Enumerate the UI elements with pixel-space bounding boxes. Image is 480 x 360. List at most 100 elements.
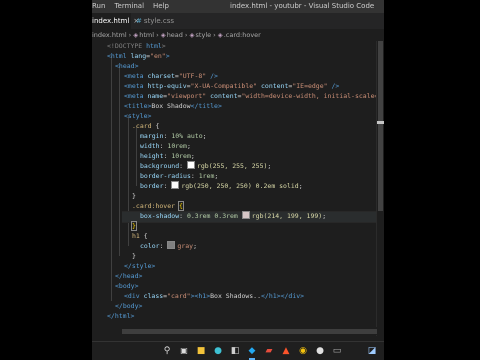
title-open-tag: <title> [124, 102, 152, 110]
meta-value: "UTF-8" [178, 72, 207, 80]
meta-end: /> [206, 72, 218, 80]
head-open-tag: <head> [115, 62, 139, 70]
card-selector: .card [132, 122, 152, 130]
chrome-icon[interactable]: ◉ [297, 345, 309, 357]
color-swatch[interactable] [186, 161, 195, 169]
selector-icon: ◈ [217, 31, 223, 39]
code-editor[interactable]: <!DOCTYPE html> <html lang="en"> <head> … [92, 41, 384, 341]
css-property: box-shadow [140, 212, 180, 220]
css-value: gray [177, 242, 194, 250]
breadcrumb-item-head[interactable]: head [167, 31, 183, 39]
code-line: .card:hover { [132, 201, 184, 211]
title-text: Box Shadow [151, 102, 191, 110]
doctype-keyword: html [146, 42, 162, 50]
css-value: 10rem [171, 152, 191, 160]
h1-selector: h1 [132, 232, 140, 240]
scrollbar-thumb[interactable] [378, 41, 383, 211]
breadcrumb-item-html[interactable]: html [139, 31, 154, 39]
terminal-icon[interactable]: ▭ [331, 345, 343, 357]
vertical-scrollbar[interactable] [376, 41, 384, 336]
code-line: </style> [124, 261, 155, 271]
doctype-close: > [161, 42, 166, 50]
meta-end: /> [327, 82, 340, 90]
cursor-position-marker [377, 121, 384, 124]
breadcrumb-item-style[interactable]: style [196, 31, 212, 39]
menu-help[interactable]: Help [153, 2, 169, 10]
tab-label: index.html [92, 17, 130, 25]
meta-attr: content [210, 92, 238, 100]
file-explorer-icon[interactable]: ■ [195, 345, 207, 357]
meta-attr: charset [147, 72, 175, 80]
chevron-right-icon: › [128, 31, 132, 39]
indent-guide [128, 116, 129, 246]
meta-attr: content [261, 82, 289, 90]
windows-taskbar: ⚲ ▣ ■ ● ◧ ◆ ▰ ▲ ◉ ● ▭ ◪ [92, 341, 384, 360]
code-line: <head> [115, 61, 138, 71]
code-line: background: rgb(255, 255, 255); [140, 161, 272, 170]
edge-icon[interactable]: ● [212, 345, 224, 357]
code-line: <title>Box Shadow</title> [124, 101, 222, 111]
breadcrumb: index.html › ◈html › ◈head › ◈style › ◈.card:hov… [92, 29, 384, 41]
h1-open-tag: <h1> [194, 292, 211, 300]
css-property: height [140, 152, 164, 160]
tab-style-css[interactable]: # style.css [131, 13, 184, 29]
code-line: .card { [132, 122, 160, 130]
css-value: 10% auto [171, 132, 203, 140]
editor-tabs: index.html × # style.css [92, 13, 384, 29]
code-line: <div class="card"><h1>Box Shadows..</h1>… [124, 292, 305, 300]
horizontal-scrollbar[interactable] [92, 327, 377, 335]
code-line: width: 10rem; [140, 142, 191, 150]
lang-value: "en" [150, 52, 166, 60]
brave-icon[interactable]: ▲ [280, 345, 292, 357]
code-line: <body> [115, 281, 138, 291]
css-value: 1rem [198, 172, 215, 180]
menu-run[interactable]: Run [92, 2, 105, 10]
indent-guide [111, 56, 112, 301]
css-property: background [140, 162, 180, 170]
color-swatch[interactable] [241, 211, 250, 219]
breadcrumb-item-file[interactable]: index.html [92, 31, 127, 39]
class-attr: class [143, 292, 164, 300]
title-bar: Run Terminal Help index.html - youtubr - V… [92, 0, 384, 13]
element-icon: ◈ [189, 31, 195, 39]
tab-label: style.css [143, 17, 175, 25]
color-swatch[interactable] [171, 181, 180, 189]
code-line: } [132, 252, 136, 260]
task-view-icon[interactable]: ▣ [178, 345, 190, 357]
class-value: "card" [167, 292, 191, 300]
code-line: border: rgb(250, 250, 250) 0.2em solid; [140, 181, 303, 190]
html-open-tag: <html [107, 52, 131, 60]
head-close-tag: </head> [115, 272, 143, 280]
div-close-tag: </div> [280, 292, 305, 300]
css-property: color [140, 242, 160, 250]
tab-index-html[interactable]: index.html × [92, 13, 139, 29]
indent-guide [136, 126, 137, 186]
meta-value: "width=device-width, initial-scale=1.0" [241, 92, 384, 100]
color-swatch[interactable] [167, 241, 176, 249]
meta-tag: <meta [124, 92, 148, 100]
doctype-open: <!DOCTYPE [107, 42, 147, 50]
meta-tag: <meta [124, 82, 148, 90]
code-line: height: 10rem; [140, 152, 195, 160]
app-icon[interactable]: ◪ [366, 345, 378, 357]
css-value: 10rem [167, 142, 187, 150]
code-line: } [131, 221, 137, 231]
style-close-tag: </style> [124, 262, 156, 270]
lang-attr: lang [130, 52, 147, 60]
body-open-tag: <body> [115, 282, 139, 290]
github-icon[interactable]: ● [314, 345, 326, 357]
code-line: } [132, 192, 136, 200]
css-property: border-radius [140, 172, 191, 180]
scrollbar-thumb[interactable] [122, 329, 377, 334]
title-close-tag: </title> [190, 102, 222, 110]
store-icon[interactable]: ◧ [229, 345, 241, 357]
code-line: box-shadow: 0.3rem 0.3rem rgb(214, 199, … [140, 211, 327, 220]
menu-terminal[interactable]: Terminal [114, 2, 144, 10]
code-line: color: gray; [140, 241, 197, 250]
code-line: margin: 10% auto; [140, 132, 207, 140]
office-icon[interactable]: ▰ [263, 345, 275, 357]
breadcrumb-item-selector[interactable]: .card:hover [224, 31, 261, 39]
search-icon[interactable]: ⚲ [161, 345, 173, 357]
code-line: </html> [107, 311, 134, 321]
vscode-icon[interactable]: ◆ [246, 345, 258, 360]
